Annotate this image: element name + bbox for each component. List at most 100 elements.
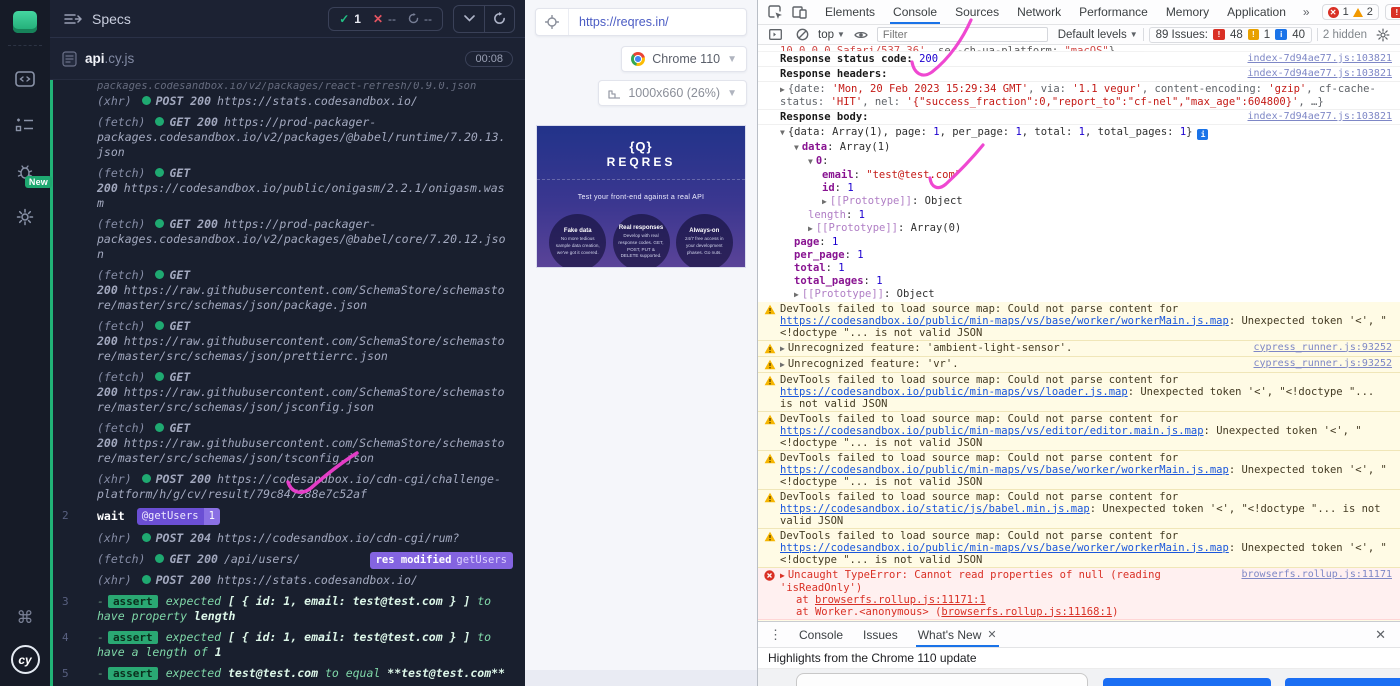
whats-new-button[interactable] (1285, 678, 1400, 686)
source-link[interactable]: cypress_runner.js:93252 (1254, 358, 1392, 370)
spec-file-row[interactable]: api.cy.js 00:08 (50, 38, 525, 80)
command-row-wait[interactable]: 2 wait @getUsers 1 (53, 505, 525, 528)
console-entry-warn[interactable]: cypress_runner.js:93252 ▶ Unrecognized fea… (758, 356, 1400, 373)
live-expression-eye-icon[interactable] (850, 25, 872, 45)
selector-playground-button[interactable] (536, 9, 569, 35)
command-row-net[interactable]: (xhr) POST 200 https://stats.codesandbox.i… (53, 570, 525, 591)
console-settings-icon[interactable] (1372, 25, 1394, 45)
console-entry-error[interactable]: browserfs.rollup.js:11171 ▶ Uncaught TypeE… (758, 567, 1400, 620)
source-link[interactable]: cypress_runner.js:93252 (1254, 342, 1392, 354)
console-entry-tree[interactable]: ▼ data: Array(1) (758, 141, 1400, 155)
console-entry-tree[interactable]: ▶ [[Prototype]]: Array(0) (758, 222, 1400, 236)
console-entry-tree[interactable]: id: 1 (758, 182, 1400, 195)
drawer-tab-what-s-new[interactable]: What's New ✕ (908, 622, 1007, 647)
source-link[interactable]: index-7d94ae77.js:103821 (1248, 53, 1393, 65)
drawer-tab-console[interactable]: Console (789, 622, 853, 647)
context-selector[interactable]: top ▼ (818, 29, 845, 41)
settings-gear-icon[interactable] (0, 194, 50, 240)
command-row-net[interactable]: (fetch) GET 200 https://raw.githubusercont… (53, 316, 525, 367)
stat-passed: ✓ 1 (339, 11, 361, 26)
source-link[interactable]: browserfs.rollup.js:11171 (1241, 569, 1392, 581)
console-entry-warn[interactable]: DevTools failed to load source map: Coul… (758, 489, 1400, 529)
tab-close-icon[interactable]: ✕ (987, 628, 996, 641)
command-row-net[interactable]: (xhr) POST 204 https://codesandbox.io/cdn-… (53, 528, 525, 549)
drawer-close-icon[interactable]: ✕ (1365, 627, 1396, 643)
rerun-button[interactable] (484, 5, 514, 32)
console-entry-tree[interactable]: ▶ [[Prototype]]: Object (758, 195, 1400, 209)
whats-new-button[interactable] (1103, 678, 1271, 686)
command-row-net[interactable]: (fetch) GET 200 https://raw.githubusercont… (53, 265, 525, 316)
specs-menu-icon[interactable] (64, 13, 82, 25)
console-entry-tree[interactable]: ▼ {data: Array(1), page: 1, per_page: 1, … (758, 125, 1400, 141)
command-row-assert[interactable]: 5- assert expected test@test.com to equal … (53, 663, 525, 684)
route-badge[interactable]: res modified getUsers (369, 552, 513, 569)
console-entry-tree[interactable]: page: 1 (758, 236, 1400, 249)
debug-icon[interactable]: New (0, 148, 52, 194)
console-entry-log: index-7d94ae77.js:103821 Response body: (758, 110, 1400, 125)
console-entry-tree[interactable]: total: 1 (758, 262, 1400, 275)
alias-badge[interactable]: @getUsers 1 (136, 508, 220, 525)
console-entry-tree[interactable]: email: "test@test.com" (758, 169, 1400, 182)
source-link[interactable]: index-7d94ae77.js:103821 (1248, 68, 1393, 80)
aut-iframe-reqres[interactable]: {Q} REQRES Test your front-end against a… (537, 126, 745, 267)
status-dot (155, 270, 165, 279)
error-warning-counter[interactable]: ✕ 1 2 (1321, 4, 1379, 20)
command-row-net[interactable]: (fetch) GET 200 https://raw.githubusercont… (53, 367, 525, 418)
console-entry-tree[interactable]: total_pages: 1 (758, 275, 1400, 288)
hidden-messages-label[interactable]: 2 hidden (1323, 29, 1367, 41)
clear-console-icon[interactable] (791, 25, 813, 45)
info-icon[interactable]: i (1197, 129, 1209, 140)
devtools-tab-console[interactable]: Console (884, 0, 946, 24)
console-entry-tree[interactable]: length: 1 (758, 209, 1400, 222)
devtools-tab-elements[interactable]: Elements (816, 0, 884, 24)
console-entry-warn[interactable]: DevTools failed to load source map: Coul… (758, 301, 1400, 341)
command-row-net[interactable]: (fetch) GET 200 https://prod-packager-pack… (53, 112, 525, 163)
console-entry-tree[interactable]: ▼ 0: (758, 155, 1400, 169)
devtools-tab-application[interactable]: Application (1218, 0, 1295, 24)
collapse-button[interactable] (454, 6, 484, 32)
command-row-assert[interactable]: 3- assert expected [ { id: 1, email: test@… (53, 591, 525, 627)
code-editor-icon[interactable] (0, 56, 50, 102)
console-entry-tree[interactable]: per_page: 1 (758, 249, 1400, 262)
console-entry-tree[interactable]: ▶ [[Prototype]]: Object (758, 288, 1400, 302)
devtools-tab-network[interactable]: Network (1008, 0, 1070, 24)
command-row-net[interactable]: (fetch) GET 200 https://prod-packager-pack… (53, 214, 525, 265)
command-row-net[interactable]: (xhr) POST 200 https://codesandbox.io/cdn-… (53, 469, 525, 505)
specs-title[interactable]: Specs (92, 11, 131, 27)
spec-file-name: api.cy.js (85, 51, 135, 66)
issues-summary[interactable]: 89 Issues: ! 48 ! 1 i 40 (1148, 26, 1312, 43)
device-toolbar-icon[interactable] (788, 2, 810, 22)
cypress-app-logo-icon[interactable] (13, 11, 37, 33)
drawer-menu-icon[interactable]: ⋮ (762, 627, 789, 643)
console-entry-warn[interactable]: DevTools failed to load source map: Coul… (758, 450, 1400, 490)
console-entry-warn[interactable]: DevTools failed to load source map: Coul… (758, 528, 1400, 568)
aut-url[interactable]: https://reqres.in/ (569, 15, 669, 29)
more-tabs-chevron[interactable]: » (1297, 5, 1316, 19)
console-entry-warn[interactable]: cypress_runner.js:93252 ▶ Unrecognized fea… (758, 340, 1400, 357)
viewport-selector[interactable]: 1000x660 (26%) ▼ (598, 80, 747, 106)
devtools-tab-performance[interactable]: Performance (1070, 0, 1157, 24)
console-toolbar: top▼ Default levels▼ 89 Issues: !48 !1 i… (758, 25, 1400, 45)
cypress-logo[interactable]: cy (10, 645, 40, 674)
log-levels-selector[interactable]: Default levels ▼ (1058, 29, 1138, 41)
console-entry-warn[interactable]: DevTools failed to load source map: Coul… (758, 411, 1400, 451)
issues-counter[interactable]: !48 (1384, 4, 1400, 20)
command-row-net[interactable]: (fetch) GET 200/api/users/res modified get… (53, 549, 525, 570)
test-list-icon[interactable] (0, 102, 50, 148)
console-sidebar-toggle-icon[interactable] (764, 25, 786, 45)
devtools-tab-memory[interactable]: Memory (1157, 0, 1218, 24)
inspect-element-icon[interactable] (764, 2, 786, 22)
console-filter-input[interactable] (876, 27, 1048, 42)
command-row-assert[interactable]: 4- assert expected [ { id: 1, email: test@… (53, 627, 525, 663)
keyboard-shortcuts-icon[interactable]: ⌘ (17, 599, 34, 637)
command-row-net[interactable]: (xhr) POST 200 https://stats.codesandbox.i… (53, 91, 525, 112)
browser-selector[interactable]: Chrome 110 ▼ (621, 46, 747, 72)
drawer-tab-issues[interactable]: Issues (853, 622, 908, 647)
console-entry-preview[interactable]: ▶ {date: 'Mon, 20 Feb 2023 15:29:34 GMT',… (758, 82, 1400, 110)
command-row-net[interactable]: (fetch) GET 200 https://codesandbox.io/pub… (53, 163, 525, 214)
console-entry-warn[interactable]: DevTools failed to load source map: Coul… (758, 372, 1400, 412)
console-entry-warn[interactable]: DevTools failed to load source map: Coul… (758, 619, 1400, 621)
source-link[interactable]: index-7d94ae77.js:103821 (1248, 111, 1393, 123)
command-row-net[interactable]: (fetch) GET 200 https://raw.githubusercont… (53, 418, 525, 469)
devtools-tab-sources[interactable]: Sources (946, 0, 1008, 24)
